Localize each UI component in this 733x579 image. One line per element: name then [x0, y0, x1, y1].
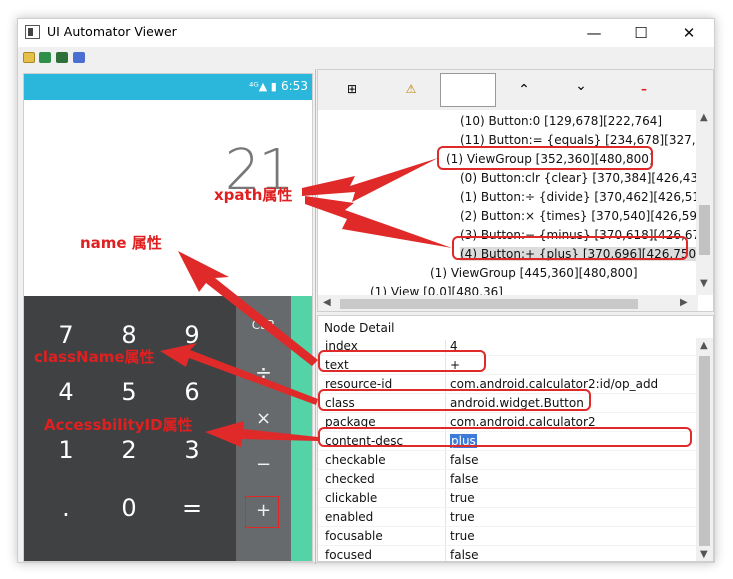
- save-icon[interactable]: [73, 52, 85, 63]
- detail-vscroll-thumb[interactable]: [699, 356, 710, 546]
- detail-key: checked: [325, 472, 375, 486]
- name-annotation: name 属性: [80, 234, 162, 252]
- detail-key: focused: [325, 548, 373, 562]
- key-3[interactable]: 3: [162, 436, 222, 464]
- hierarchy-tree-pane: ⊞ ⚠ ⌃ ⌄ – (10) Button:0 [129,678][222,76…: [317, 69, 714, 312]
- key-1[interactable]: 1: [36, 436, 96, 464]
- key-6[interactable]: 6: [162, 378, 222, 406]
- key-2[interactable]: 2: [99, 436, 159, 464]
- tree-node[interactable]: (2) Button:× {times} [370,540][426,594]: [460, 209, 709, 223]
- advanced-panel-strip[interactable]: [291, 296, 312, 561]
- detail-row-checkable[interactable]: checkable false: [318, 451, 696, 470]
- minimize-button[interactable]: —: [571, 19, 617, 47]
- scroll-down-icon[interactable]: ▼: [700, 549, 708, 560]
- uiautomator-window: UI Automator Viewer — ☐ ✕ ⁴ᴳ▲ ▮ 6:53 21 …: [17, 18, 715, 564]
- op-divide[interactable]: ÷: [236, 360, 291, 384]
- key-0[interactable]: 0: [99, 494, 159, 522]
- node-detail-title: Node Detail: [324, 321, 395, 335]
- tree-node[interactable]: (1) Button:÷ {divide} [370,462][426,516]: [460, 190, 712, 204]
- detail-key: clickable: [325, 491, 378, 505]
- op-minus[interactable]: −: [236, 454, 291, 475]
- detail-row-checked[interactable]: checked false: [318, 470, 696, 489]
- detail-row-focused[interactable]: focused false: [318, 546, 696, 562]
- search-box[interactable]: [440, 73, 496, 107]
- detail-value: false: [450, 472, 479, 486]
- scroll-up-icon[interactable]: ▲: [700, 340, 708, 351]
- text-row-highlight-box: [318, 350, 486, 372]
- signal-battery-icon: ⁴ᴳ▲ ▮: [249, 80, 277, 93]
- tree-hscroll-thumb[interactable]: [340, 299, 638, 309]
- xpath-highlight-box: [437, 146, 653, 170]
- detail-value: true: [450, 510, 475, 524]
- tree-node[interactable]: (11) Button:= {equals} [234,678][327,764: [460, 133, 713, 147]
- scroll-left-icon[interactable]: ◀: [323, 297, 331, 308]
- main-toolbar: [18, 47, 714, 69]
- pane-splitter[interactable]: [315, 69, 316, 564]
- tree-node[interactable]: (10) Button:0 [129,678][222,764]: [460, 114, 662, 128]
- title-bar: UI Automator Viewer — ☐ ✕: [18, 19, 714, 47]
- window-title: UI Automator Viewer: [47, 24, 177, 39]
- plus-key-highlight: [245, 496, 279, 528]
- accessibilityid-annotation: AccessbilityID属性: [44, 416, 193, 434]
- device-screenshot-icon[interactable]: [39, 52, 51, 63]
- key-decimal[interactable]: .: [36, 494, 96, 522]
- tree-vertical-scrollbar[interactable]: ▲ ▼: [696, 110, 713, 295]
- status-time: 6:53: [281, 79, 308, 93]
- detail-key: enabled: [325, 510, 374, 524]
- detail-row-focusable[interactable]: focusable true: [318, 527, 696, 546]
- detail-vertical-scrollbar[interactable]: ▲ ▼: [696, 338, 713, 561]
- content-desc-row-highlight-box: [318, 427, 692, 447]
- device-screenshot-compressed-icon[interactable]: [56, 52, 68, 63]
- detail-value: true: [450, 529, 475, 543]
- key-equals[interactable]: =: [162, 494, 222, 522]
- prev-match-icon[interactable]: ⌃: [516, 82, 532, 98]
- tree-toolbar: ⊞ ⚠ ⌃ ⌄ –: [318, 70, 713, 110]
- detail-value: false: [450, 548, 479, 562]
- warning-icon[interactable]: ⚠: [403, 82, 419, 98]
- tree-node[interactable]: (1) ViewGroup [445,360][480,800]: [430, 266, 638, 280]
- selected-node-highlight-box: [452, 236, 688, 260]
- expand-all-icon[interactable]: ⊞: [344, 82, 360, 98]
- key-5[interactable]: 5: [99, 378, 159, 406]
- detail-key: checkable: [325, 453, 386, 467]
- key-9[interactable]: 9: [162, 321, 222, 349]
- class-row-highlight-box: [318, 389, 591, 411]
- tree-horizontal-scrollbar[interactable]: ◀ ▶: [318, 295, 698, 311]
- op-clear[interactable]: CLR: [236, 318, 291, 332]
- app-icon: [25, 25, 40, 39]
- next-match-icon[interactable]: ⌄: [573, 78, 589, 94]
- key-8[interactable]: 8: [99, 321, 159, 349]
- detail-value: true: [450, 491, 475, 505]
- android-status-bar: ⁴ᴳ▲ ▮ 6:53: [24, 74, 312, 100]
- detail-row-enabled[interactable]: enabled true: [318, 508, 696, 527]
- scroll-right-icon[interactable]: ▶: [680, 297, 688, 308]
- scroll-down-icon[interactable]: ▼: [700, 278, 708, 289]
- open-folder-icon[interactable]: [23, 52, 35, 63]
- maximize-button[interactable]: ☐: [618, 19, 664, 47]
- tree-node[interactable]: (0) Button:clr {clear} [370,384][426,438…: [460, 171, 710, 185]
- tree-vscroll-thumb[interactable]: [699, 205, 710, 255]
- key-7[interactable]: 7: [36, 321, 96, 349]
- close-button[interactable]: ✕: [666, 19, 712, 47]
- detail-value: false: [450, 453, 479, 467]
- key-4[interactable]: 4: [36, 378, 96, 406]
- detail-row-clickable[interactable]: clickable true: [318, 489, 696, 508]
- xpath-annotation: xpath属性: [214, 186, 293, 204]
- op-times[interactable]: ×: [236, 408, 291, 429]
- device-screenshot-pane[interactable]: ⁴ᴳ▲ ▮ 6:53 21 7 8 9 4 5 6 1 2 3 . 0 = CL…: [23, 73, 313, 562]
- scroll-up-icon[interactable]: ▲: [700, 112, 708, 123]
- detail-key: focusable: [325, 529, 383, 543]
- classname-annotation: className属性: [34, 348, 155, 366]
- clear-search-icon[interactable]: –: [636, 82, 652, 98]
